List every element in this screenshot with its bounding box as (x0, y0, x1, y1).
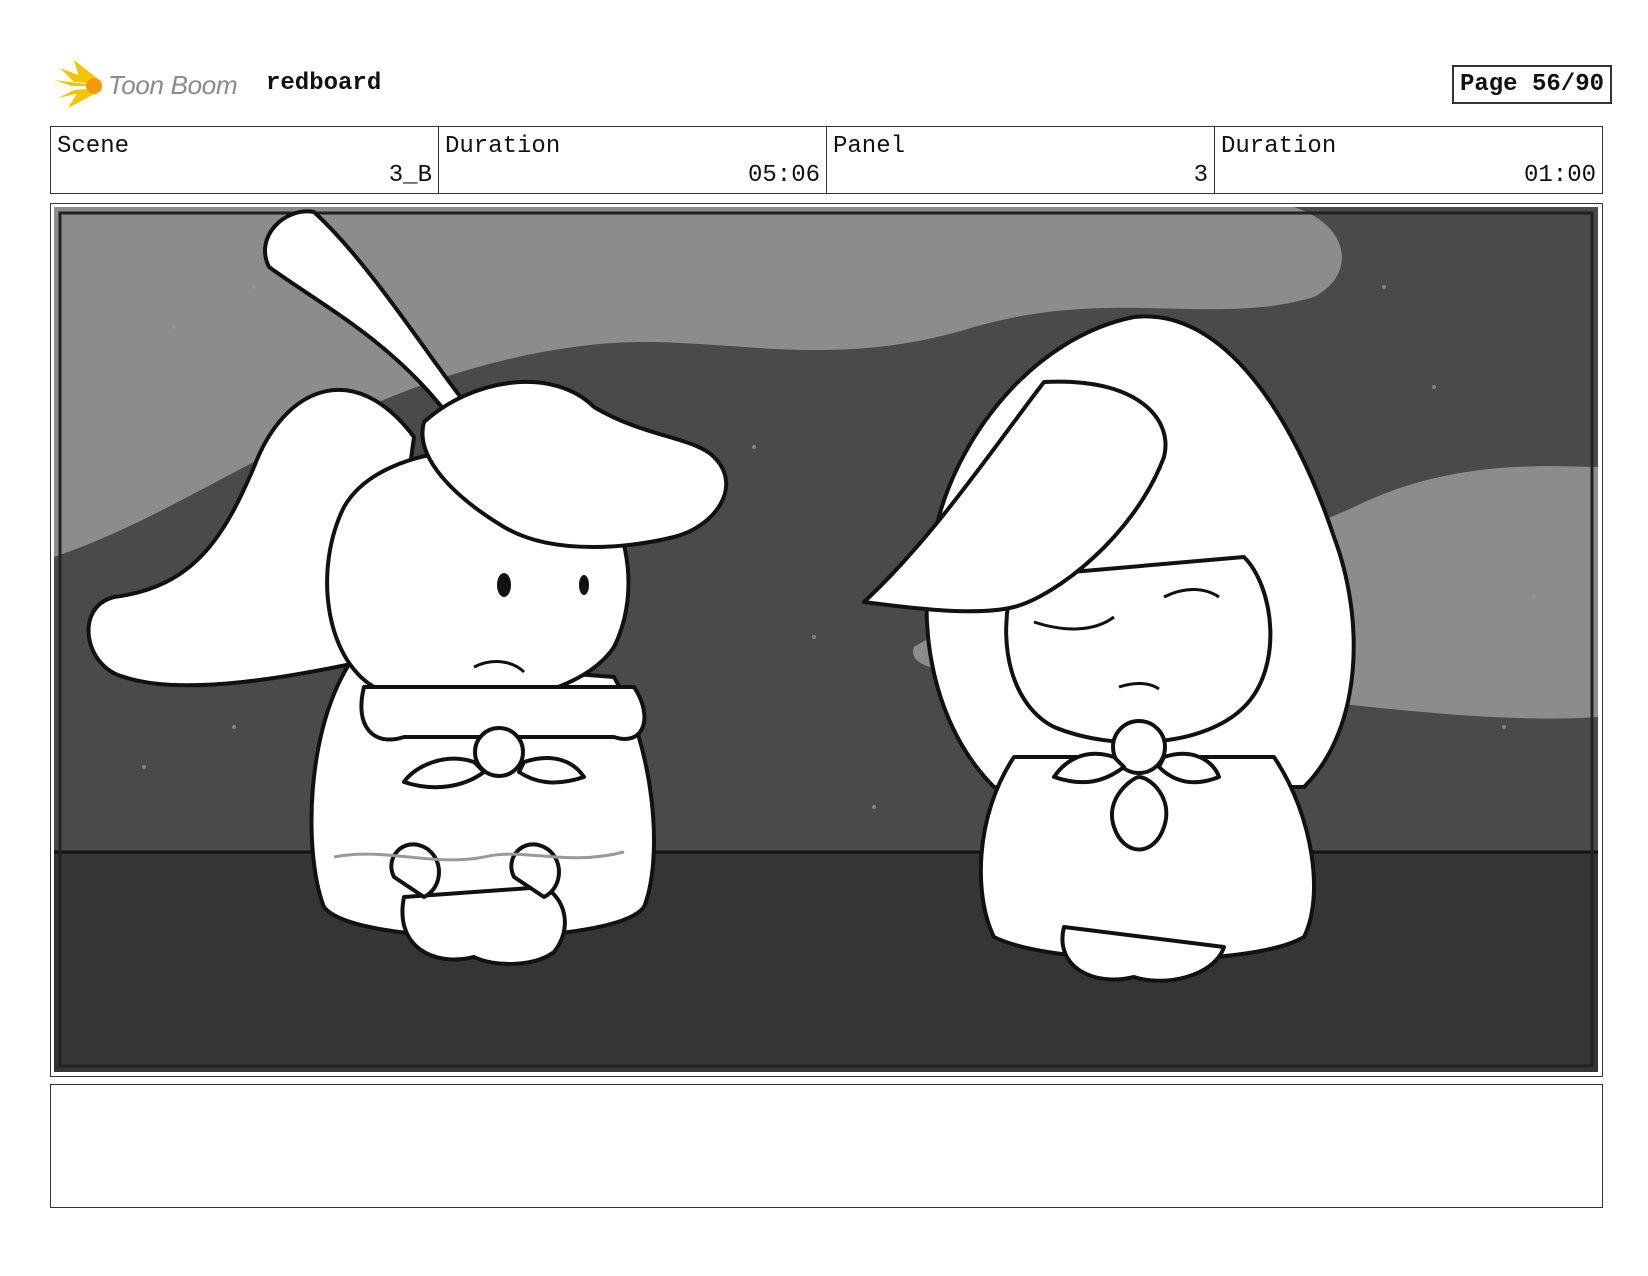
ground (54, 852, 1598, 1072)
panel-notes-box (50, 1084, 1603, 1208)
page-indicator: Page 56/90 (1451, 65, 1612, 104)
logo-text: Toon Boom (108, 69, 238, 100)
scene-value: 3_B (388, 162, 432, 189)
panel-cell: Panel 3 (827, 127, 1215, 193)
page-header: Toon Boom redboard Page 56/90 (52, 58, 1612, 112)
scene-duration-cell: Duration 05:06 (439, 127, 827, 193)
toon-boom-logo-icon (54, 60, 102, 108)
toon-boom-logo: Toon Boom (52, 58, 252, 112)
panel-info-table: Scene 3_B Duration 05:06 Panel 3 Duratio… (50, 126, 1603, 194)
panel-duration-value: 01:00 (1523, 162, 1596, 189)
panel-value: 3 (1193, 162, 1208, 189)
scene-label: Scene (57, 133, 130, 160)
panel-drawing (54, 207, 1598, 1072)
scene-duration-value: 05:06 (747, 162, 820, 189)
panel-duration-label: Duration (1221, 133, 1337, 160)
storyboard-panel (50, 203, 1603, 1077)
project-name: redboard (266, 70, 382, 97)
scene-duration-label: Duration (445, 133, 561, 160)
scene-cell: Scene 3_B (51, 127, 439, 193)
panel-duration-cell: Duration 01:00 (1215, 127, 1602, 193)
panel-label: Panel (833, 133, 906, 160)
